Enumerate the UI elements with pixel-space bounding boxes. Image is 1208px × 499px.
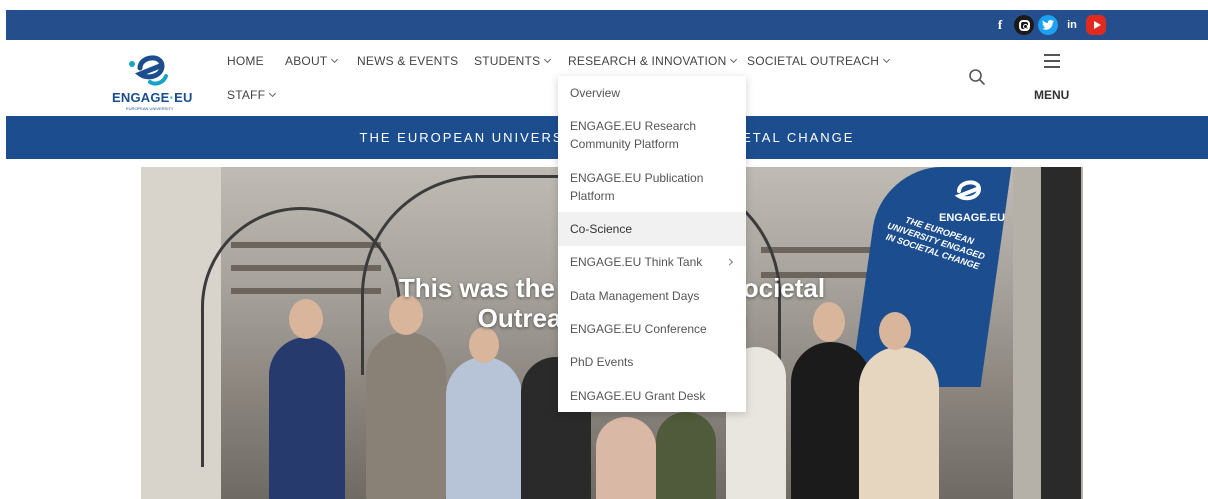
hero-stair bbox=[761, 247, 881, 253]
nav-societal-outreach[interactable]: SOCIETAL OUTREACH bbox=[747, 54, 891, 68]
dropdown-item-phd-events[interactable]: PhD Events bbox=[558, 353, 746, 371]
dropdown-item-publication-platform[interactable]: ENGAGE.EU Publication Platform bbox=[558, 169, 746, 205]
instagram-icon[interactable] bbox=[1014, 15, 1034, 35]
hero-person bbox=[596, 417, 656, 499]
nav-students[interactable]: STUDENTS bbox=[474, 54, 552, 68]
dropdown-item-overview[interactable]: Overview bbox=[558, 84, 746, 102]
hamburger-menu-icon[interactable] bbox=[1044, 54, 1060, 68]
social-bar: f in bbox=[6, 10, 1208, 40]
flag-logo-icon: ENGAGE.EU bbox=[939, 180, 1005, 224]
nav-about[interactable]: ABOUT bbox=[285, 54, 339, 68]
chevron-down-icon bbox=[883, 55, 891, 64]
research-innovation-dropdown: Overview ENGAGE.EU Research Community Pl… bbox=[558, 76, 746, 412]
hero-person bbox=[366, 332, 446, 499]
hero-person bbox=[446, 357, 522, 499]
dropdown-item-think-tank[interactable]: ENGAGE.EU Think Tank bbox=[558, 253, 746, 271]
nav-staff[interactable]: STAFF bbox=[227, 88, 277, 102]
logo-mark-icon bbox=[129, 55, 168, 86]
nav-home[interactable]: HOME bbox=[227, 54, 264, 68]
chevron-right-icon bbox=[725, 258, 734, 266]
chevron-down-icon bbox=[730, 55, 738, 64]
linkedin-icon[interactable]: in bbox=[1062, 15, 1082, 35]
chevron-down-icon bbox=[269, 89, 277, 98]
youtube-icon[interactable] bbox=[1086, 15, 1106, 35]
nav-news-events[interactable]: NEWS & EVENTS bbox=[357, 54, 458, 68]
page: f in ENGAGE·EU EUROPEAN UNIVERSITY HOME … bbox=[0, 0, 1208, 499]
dropdown-item-co-science[interactable]: Co-Science bbox=[558, 212, 746, 246]
twitter-icon[interactable] bbox=[1038, 15, 1058, 35]
hero-person bbox=[269, 337, 345, 499]
dropdown-item-data-management-days[interactable]: Data Management Days bbox=[558, 287, 746, 305]
hero-person bbox=[656, 412, 716, 499]
dropdown-item-research-community-platform[interactable]: ENGAGE.EU Research Community Platform bbox=[558, 117, 746, 153]
svg-text:ENGAGE.EU: ENGAGE.EU bbox=[939, 212, 1005, 224]
logo-wordmark: ENGAGE·EU bbox=[112, 90, 193, 105]
menu-label[interactable]: MENU bbox=[1034, 88, 1069, 102]
dropdown-item-conference[interactable]: ENGAGE.EU Conference bbox=[558, 320, 746, 338]
chevron-down-icon bbox=[331, 55, 339, 64]
facebook-icon[interactable]: f bbox=[990, 15, 1010, 35]
nav-research-innovation[interactable]: RESEARCH & INNOVATION bbox=[568, 54, 738, 68]
hero-pillar bbox=[1041, 167, 1081, 499]
dropdown-item-grant-desk[interactable]: ENGAGE.EU Grant Desk bbox=[558, 387, 746, 405]
hero-person bbox=[859, 347, 939, 499]
search-icon[interactable] bbox=[968, 68, 986, 86]
logo-subtitle: EUROPEAN UNIVERSITY bbox=[126, 106, 174, 111]
engage-eu-logo[interactable]: ENGAGE·EU EUROPEAN UNIVERSITY bbox=[112, 46, 208, 112]
chevron-down-icon bbox=[544, 55, 552, 64]
